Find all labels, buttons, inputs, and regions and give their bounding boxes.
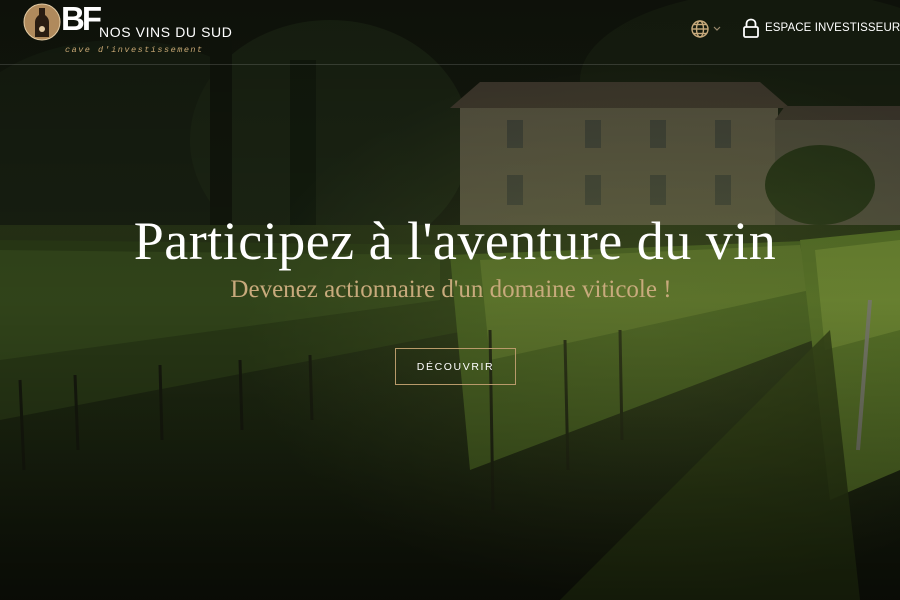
hero-title: Participez à l'aventure du vin [133,211,777,271]
brand-tagline: cave d'investissement [65,45,204,55]
chevron-down-icon [713,26,721,31]
wine-bottle-logo-icon [23,3,61,41]
discover-button[interactable]: DÉCOUVRIR [395,348,516,385]
brand-initials: BF [61,0,102,37]
language-selector[interactable] [690,19,724,39]
investor-space-label: ESPACE INVESTISSEURS [765,22,900,34]
lock-icon [743,18,759,38]
globe-icon [691,20,709,38]
site-header: BF NOS VINS DU SUD cave d'investissement… [0,0,900,65]
investor-space-link[interactable]: ESPACE INVESTISSEURS [742,17,900,39]
brand-name: NOS VINS DU SUD [99,24,233,40]
hero-subtitle: Devenez actionnaire d'un domaine viticol… [230,276,672,303]
brand-logo[interactable]: BF NOS VINS DU SUD cave d'investissement [23,0,233,59]
